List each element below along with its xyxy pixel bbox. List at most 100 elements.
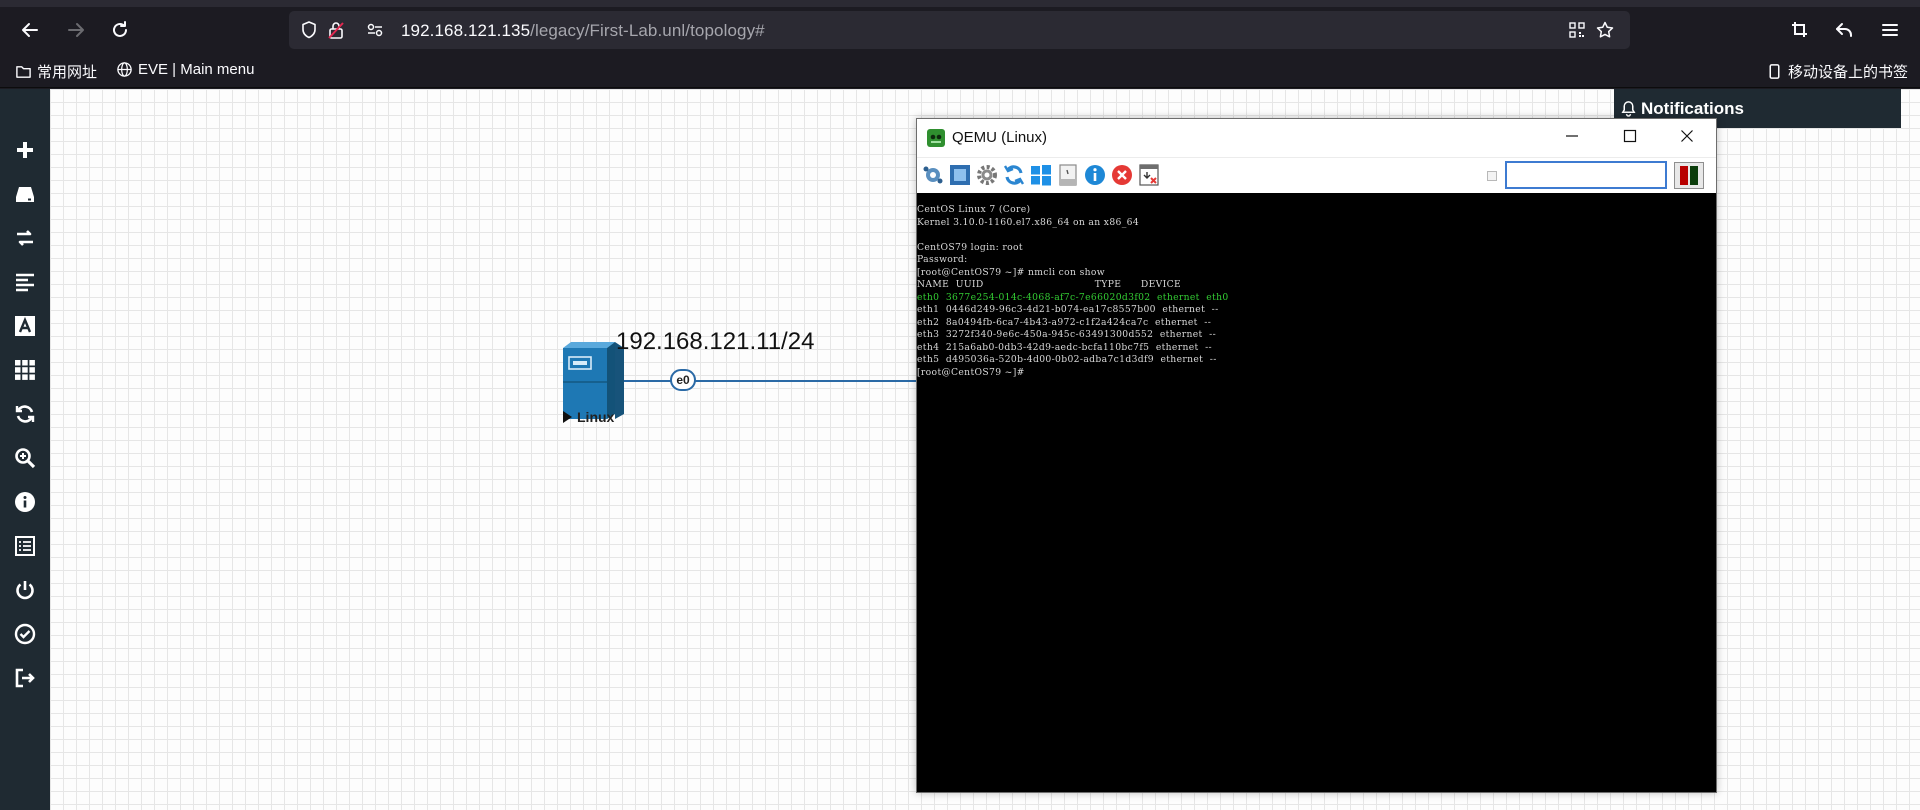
forward-button[interactable]	[62, 16, 90, 44]
qr-code-icon[interactable]	[1567, 20, 1587, 40]
eve-sidebar	[0, 89, 50, 810]
exchange-icon	[17, 230, 33, 246]
terminal-line: [root@CentOS79 ~]# nmcli con show	[917, 266, 1105, 278]
terminal-line: Password:	[917, 254, 968, 265]
terminal-line: eth1 0446d249-96c3-4d21-b074-ea17c8557b0…	[917, 304, 1219, 315]
color-swatch-red	[1680, 166, 1688, 185]
bookmark-eve-main-menu[interactable]: EVE | Main menu	[116, 61, 254, 78]
sidebar-item-close-lab[interactable]	[10, 663, 40, 693]
windows-logo-icon	[1031, 165, 1051, 186]
crop-icon	[1792, 22, 1807, 37]
bell-icon	[1621, 101, 1636, 117]
sidebar-item-nodes[interactable]	[10, 179, 40, 209]
list-icon	[15, 536, 35, 556]
terminal-line: NAME UUID TYPE DEVICE	[917, 279, 1182, 290]
terminal-line: Kernel 3.10.0-1160.el7.x86_64 on an x86_…	[917, 216, 1140, 228]
bookmark-label: 常用网址	[37, 64, 98, 81]
sidebar-item-startup-configs[interactable]	[10, 267, 40, 297]
close-icon	[1681, 130, 1693, 142]
ip-address-text[interactable]: 192.168.121.11/24	[616, 328, 814, 356]
align-left-icon	[16, 273, 34, 292]
window-close-icon	[1139, 164, 1159, 186]
bookmark-folder-common[interactable]: 常用网址	[15, 61, 97, 82]
toolbar-windows-key-button[interactable]	[1028, 162, 1054, 188]
zoom-icon	[15, 448, 36, 469]
screenshot-button[interactable]	[1786, 16, 1814, 44]
terminal-line: [root@CentOS79 ~]#	[917, 366, 1025, 378]
shield-icon[interactable]	[299, 20, 319, 40]
sidebar-item-shutdown[interactable]	[10, 575, 40, 605]
hamburger-menu-icon	[1882, 24, 1898, 36]
bookmarks-bar: 常用网址 EVE | Main menu 移动设备上的书签	[0, 52, 1920, 88]
maximize-button[interactable]	[1601, 119, 1659, 153]
arrow-right-icon	[68, 23, 84, 37]
refresh-icon	[15, 405, 35, 423]
toolbar-toggle-checkbox[interactable]	[1487, 171, 1497, 181]
minimize-button[interactable]	[1543, 119, 1601, 153]
sidebar-item-lab-details[interactable]	[10, 487, 40, 517]
qemu-title-bar[interactable]: QEMU (Linux)	[917, 119, 1716, 157]
refresh-arrows-icon	[1003, 165, 1025, 185]
qemu-window-title: QEMU (Linux)	[952, 129, 1048, 146]
hdd-icon	[16, 187, 34, 202]
globe-icon	[117, 62, 132, 77]
toolbar-fullscreen-button[interactable]	[947, 162, 973, 188]
insecure-lock-icon[interactable]	[326, 20, 346, 40]
grid-icon	[15, 360, 35, 380]
terminal-line: eth3 3272f340-9e6c-450a-945c-63491300d55…	[917, 329, 1217, 340]
mobile-bookmarks[interactable]: 移动设备上的书签	[1766, 61, 1908, 82]
permissions-icon[interactable]	[365, 20, 385, 40]
toolbar-send-keys-button[interactable]	[920, 162, 946, 188]
close-circle-icon	[1112, 165, 1132, 185]
url-path: /legacy/First-Lab.unl/topology#	[530, 21, 765, 40]
toolbar-close-session-button[interactable]	[1136, 162, 1162, 188]
terminal-line: eth4 215a6ab0-0db3-42d9-aedc-bcfa110bc7f…	[917, 341, 1212, 353]
maximize-icon	[1623, 129, 1637, 143]
toolbar-refresh-button[interactable]	[1001, 162, 1027, 188]
url-host: 192.168.121.135	[401, 21, 531, 40]
power-icon	[16, 581, 34, 600]
node-label[interactable]: Linux	[563, 409, 614, 425]
terminal-line: CentOS79 login: root	[917, 241, 1023, 253]
toolbar-info-button[interactable]	[1082, 162, 1108, 188]
close-button[interactable]	[1658, 119, 1716, 153]
sidebar-item-add-object[interactable]	[10, 135, 40, 165]
url-text[interactable]: 192.168.121.135/legacy/First-Lab.unl/top…	[401, 21, 765, 41]
sidebar-item-zoom[interactable]	[10, 443, 40, 473]
reload-button[interactable]	[106, 16, 134, 44]
sidebar-item-lock-lab[interactable]	[10, 619, 40, 649]
mobile-device-icon	[1769, 64, 1780, 79]
sidebar-item-status[interactable]	[10, 355, 40, 385]
undo-button[interactable]	[1830, 16, 1858, 44]
bookmark-label: EVE | Main menu	[138, 61, 255, 78]
node-running-indicator-icon	[563, 411, 572, 423]
minimize-icon	[1566, 135, 1578, 137]
qemu-console-window[interactable]: QEMU (Linux) CentOS Linux 7 (Core) Kerne…	[916, 118, 1717, 793]
eve-app: e0 Linux 192.168.121.11/24 Notifications…	[0, 89, 1920, 810]
sidebar-item-networks[interactable]	[10, 223, 40, 253]
bookmark-star-icon[interactable]	[1595, 20, 1615, 40]
toolbar-disconnect-button[interactable]	[1109, 162, 1135, 188]
folder-icon	[16, 66, 31, 78]
font-icon	[15, 316, 35, 336]
terminal-screen[interactable]: CentOS Linux 7 (Core) Kernel 3.10.0-1160.…	[917, 193, 1716, 792]
reload-icon	[113, 21, 127, 37]
sidebar-item-text[interactable]	[10, 311, 40, 341]
network-gear-icon	[923, 166, 943, 184]
url-bar[interactable]: 192.168.121.135/legacy/First-Lab.unl/top…	[289, 11, 1630, 49]
toolbar-settings-button[interactable]	[974, 162, 1000, 188]
toolbar-file-transfer-button[interactable]	[1055, 162, 1081, 188]
notifications-title: Notifications	[1641, 98, 1744, 118]
node-name: Linux	[577, 409, 615, 425]
color-scheme-button[interactable]	[1674, 162, 1704, 189]
sidebar-item-refresh[interactable]	[10, 399, 40, 429]
fullscreen-icon	[950, 165, 970, 185]
info-icon	[15, 492, 35, 512]
qemu-toolbar-input[interactable]	[1505, 161, 1667, 189]
check-circle-icon	[14, 623, 36, 645]
menu-button[interactable]	[1876, 16, 1904, 44]
terminal-line: eth2 8a0494fb-6ca7-4b43-a972-c1f2a424ca7…	[917, 316, 1212, 328]
sidebar-item-workbook[interactable]	[10, 531, 40, 561]
back-button[interactable]	[16, 16, 44, 44]
